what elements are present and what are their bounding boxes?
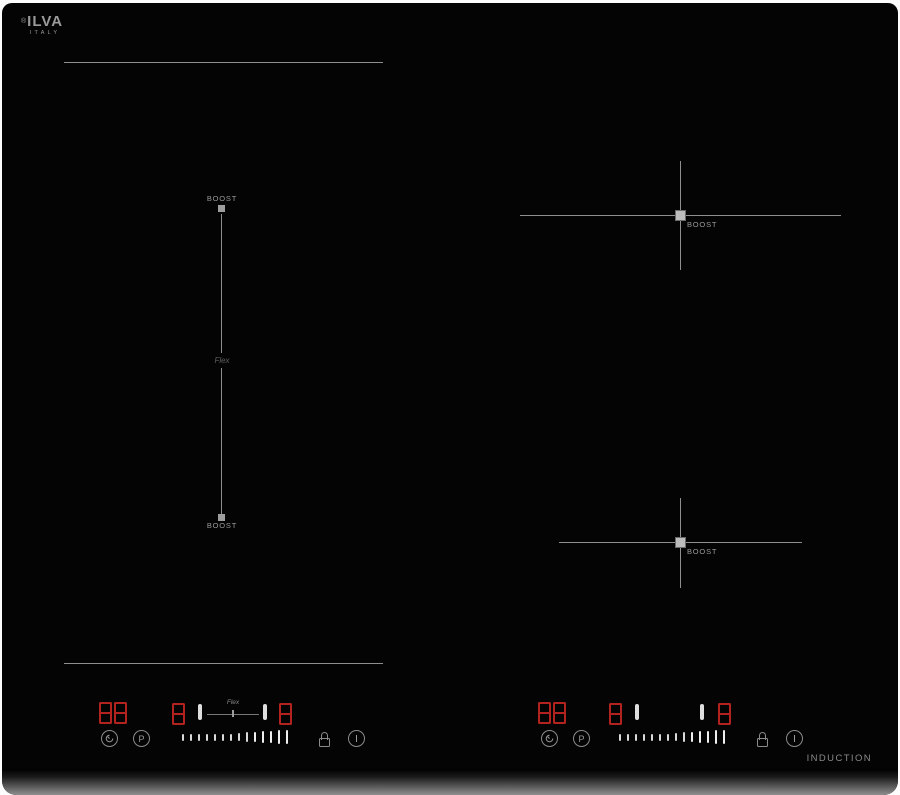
flex-zone-boost-top-label: BOOST bbox=[207, 194, 237, 203]
zone-power-display-a bbox=[609, 703, 622, 725]
slider-tick[interactable] bbox=[182, 734, 184, 741]
lock-button[interactable] bbox=[757, 732, 768, 747]
zone-right-top-boost-label: BOOST bbox=[687, 220, 717, 229]
induction-label: INDUCTION bbox=[807, 753, 872, 764]
slider-tick[interactable] bbox=[230, 734, 232, 741]
slider-tick[interactable] bbox=[270, 731, 272, 744]
slider-tick[interactable] bbox=[651, 734, 653, 741]
zone-right-top-center-marker bbox=[675, 210, 686, 221]
power-boost-icon: P bbox=[138, 734, 144, 744]
timer-icon bbox=[544, 733, 555, 744]
seven-segment-digit bbox=[172, 703, 185, 725]
slider-tick[interactable] bbox=[723, 730, 725, 745]
seven-segment-digit bbox=[538, 702, 551, 724]
power-icon bbox=[794, 735, 796, 742]
seven-segment-digit bbox=[553, 702, 566, 724]
zone-power-display-b bbox=[718, 703, 731, 725]
power-level-slider[interactable] bbox=[182, 729, 288, 745]
registered-mark: ® bbox=[21, 18, 26, 25]
timer-icon bbox=[104, 733, 115, 744]
power-level-slider[interactable] bbox=[619, 729, 725, 745]
seven-segment-digit bbox=[609, 703, 622, 725]
timer-display bbox=[538, 702, 566, 724]
flex-zone-bottom-boundary-line bbox=[64, 663, 383, 664]
zone-power-display-b bbox=[279, 703, 292, 725]
flex-slider-handle-right[interactable] bbox=[263, 704, 267, 720]
flex-zone-boost-bottom-label: BOOST bbox=[207, 521, 237, 530]
flex-bridge-center-tick bbox=[232, 710, 234, 717]
slider-tick[interactable] bbox=[198, 734, 200, 741]
slider-tick[interactable] bbox=[214, 734, 216, 741]
control-panel-right: P bbox=[532, 698, 822, 756]
slider-tick[interactable] bbox=[691, 732, 693, 742]
power-boost-icon: P bbox=[578, 734, 584, 744]
slider-tick[interactable] bbox=[286, 730, 288, 745]
slider-tick[interactable] bbox=[699, 731, 701, 742]
flex-zone-boost-bottom-marker bbox=[218, 514, 225, 521]
slider-tick[interactable] bbox=[238, 733, 240, 741]
slider-tick[interactable] bbox=[707, 731, 709, 744]
slider-tick[interactable] bbox=[254, 732, 256, 742]
slider-tick[interactable] bbox=[619, 734, 621, 741]
slider-tick[interactable] bbox=[635, 734, 637, 741]
slider-tick[interactable] bbox=[222, 734, 224, 741]
zone-slider-handle-left[interactable] bbox=[635, 704, 639, 720]
power-boost-button[interactable]: P bbox=[573, 730, 590, 747]
slider-tick[interactable] bbox=[627, 734, 629, 741]
slider-tick[interactable] bbox=[675, 733, 677, 741]
power-button[interactable] bbox=[348, 730, 365, 747]
slider-tick[interactable] bbox=[643, 734, 645, 741]
lock-button[interactable] bbox=[319, 732, 330, 747]
timer-display bbox=[99, 702, 127, 724]
slider-tick[interactable] bbox=[683, 732, 685, 741]
brand-country: ITALY bbox=[21, 30, 63, 36]
flex-zone-label: Flex bbox=[211, 353, 232, 368]
seven-segment-digit bbox=[279, 703, 292, 725]
panel-flex-label: Flex bbox=[227, 699, 239, 706]
slider-tick[interactable] bbox=[715, 730, 717, 744]
slider-tick[interactable] bbox=[659, 734, 661, 741]
zone-power-display-a bbox=[172, 703, 185, 725]
slider-tick[interactable] bbox=[667, 734, 669, 741]
seven-segment-digit bbox=[114, 702, 127, 724]
glass-front-edge bbox=[2, 769, 898, 795]
slider-tick[interactable] bbox=[262, 731, 264, 742]
seven-segment-digit bbox=[718, 703, 731, 725]
zone-right-bottom-boost-label: BOOST bbox=[687, 547, 717, 556]
power-icon bbox=[356, 735, 358, 742]
power-button[interactable] bbox=[786, 730, 803, 747]
zone-right-bottom-center-marker bbox=[675, 537, 686, 548]
slider-tick[interactable] bbox=[246, 732, 248, 741]
flex-zone-top-boundary-line bbox=[64, 62, 383, 63]
flex-slider-handle-left[interactable] bbox=[198, 704, 202, 720]
cooktop-surface: ® ILVA ITALY BOOST Flex BOOST BOOST BOOS… bbox=[2, 3, 898, 795]
zone-slider-handle-right[interactable] bbox=[700, 704, 704, 720]
slider-tick[interactable] bbox=[206, 734, 208, 741]
control-panel-left: Flex P bbox=[92, 698, 382, 756]
slider-tick[interactable] bbox=[190, 734, 192, 741]
timer-button[interactable] bbox=[101, 730, 118, 747]
brand-name: ILVA bbox=[27, 14, 63, 29]
seven-segment-digit bbox=[99, 702, 112, 724]
power-boost-button[interactable]: P bbox=[133, 730, 150, 747]
brand-logo: ® ILVA ITALY bbox=[21, 14, 63, 36]
slider-tick[interactable] bbox=[278, 730, 280, 744]
flex-zone-boost-top-marker bbox=[218, 205, 225, 212]
timer-button[interactable] bbox=[541, 730, 558, 747]
product-photo: ® ILVA ITALY BOOST Flex BOOST BOOST BOOS… bbox=[0, 0, 900, 795]
